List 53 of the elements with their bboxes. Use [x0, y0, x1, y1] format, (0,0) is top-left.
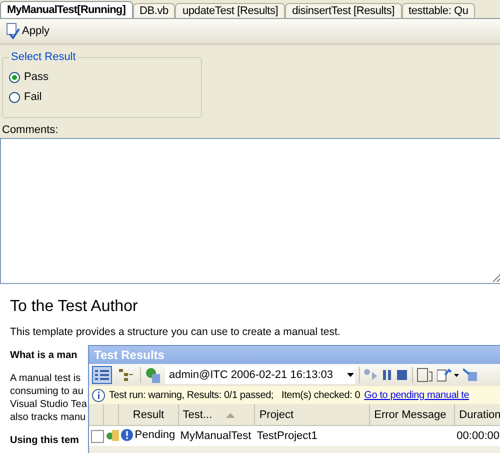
manual-test-icon — [106, 428, 119, 441]
tab[interactable]: updateTest [Results] — [175, 3, 286, 18]
column-header[interactable]: Project — [254, 404, 370, 426]
text-line: Visual Studio Tea — [10, 398, 87, 411]
table-cell: Pending — [134, 428, 176, 440]
radio-button[interactable] — [9, 72, 20, 82]
info-icon — [92, 388, 105, 402]
table-cell: TestProject1 — [256, 430, 318, 442]
panel-title: Test Results — [89, 346, 500, 364]
text-line: A manual test is — [10, 372, 81, 385]
text-line: consuming to au — [10, 385, 84, 398]
table-cell: MyManualTest — [180, 430, 252, 442]
checked-count: Item(s) checked: 0 — [282, 390, 360, 400]
run-icon — [364, 369, 378, 381]
tab[interactable]: disinsertTest [Results] — [285, 3, 402, 18]
columns-icon — [417, 368, 433, 382]
field-label: Comments: — [2, 123, 60, 138]
section-heading: Using this tem — [10, 434, 79, 447]
tab[interactable]: DB.vb — [132, 3, 176, 18]
tree-list-icon — [119, 369, 133, 381]
document-check-icon — [6, 23, 20, 39]
export-icon — [437, 368, 459, 382]
paragraph: This template provides a structure you can use to create a manual test. — [10, 326, 340, 339]
radio-option[interactable]: Pass — [9, 67, 195, 87]
section-heading: What is a man — [10, 349, 78, 362]
stop-icon — [396, 369, 408, 381]
comments-field[interactable] — [0, 138, 500, 284]
tree-view-button[interactable] — [116, 366, 136, 384]
column-header[interactable]: Test... — [178, 404, 255, 426]
dropdown-arrow-icon — [347, 373, 354, 377]
document-heading: To the Test Author — [10, 298, 139, 316]
list-view-button[interactable] — [92, 366, 112, 384]
apply-button[interactable]: Apply — [4, 21, 52, 41]
column-header[interactable]: Result — [118, 404, 178, 426]
row-checkbox[interactable] — [91, 430, 104, 442]
text-line: also tracks manu — [10, 411, 86, 424]
radio-option[interactable]: Fail — [9, 87, 195, 107]
import-icon — [463, 368, 477, 382]
pause-icon — [382, 369, 392, 381]
group-title: Select Result — [10, 51, 77, 63]
pending-tests-link[interactable]: Go to pending manual te — [364, 390, 470, 400]
column-header[interactable]: Error Message — [370, 404, 455, 426]
test-run-dropdown[interactable]: admin@ITC 2006-02-21 16:13:03 — [165, 366, 355, 384]
tab[interactable]: testtable: Qu — [402, 3, 476, 18]
pending-icon — [120, 428, 133, 440]
sort-arrow-icon — [226, 412, 236, 418]
radio-button[interactable] — [9, 92, 20, 102]
status-text: Test run: warning, Results: 0/1 passed; — [109, 390, 274, 400]
column-header[interactable]: Duration — [454, 404, 500, 426]
table-cell: 00:00:00 — [456, 430, 500, 442]
test-run-icon — [145, 367, 161, 383]
list-icon — [95, 369, 109, 381]
tab[interactable]: MyManualTest[Running] — [0, 1, 132, 18]
